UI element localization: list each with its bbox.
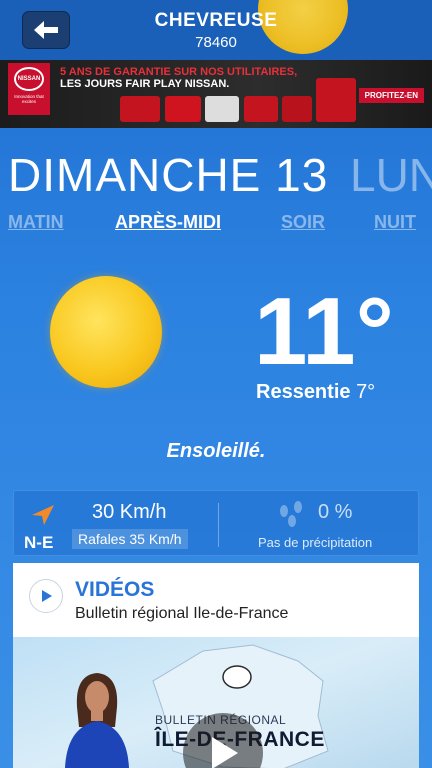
tab-soir[interactable]: SOIR — [281, 212, 325, 233]
wind-speed: 30 Km/h — [92, 501, 167, 523]
wind-direction: N-E — [24, 533, 54, 552]
postcode: 78460 — [195, 34, 237, 51]
sun-icon — [50, 276, 162, 388]
ad-van-image — [205, 96, 239, 122]
presenter-image — [65, 673, 129, 768]
tab-nuit[interactable]: NUIT — [374, 212, 416, 233]
video-thumbnail[interactable]: BULLETIN RÉGIONAL ÎLE-DE-FRANCE — [13, 637, 419, 768]
play-circle-icon[interactable] — [29, 579, 63, 613]
precipitation-value: 0 % — [318, 501, 353, 523]
tab-apres-midi[interactable]: APRÈS-MIDI — [115, 212, 221, 233]
weather-condition: Ensoleillé. — [166, 440, 266, 462]
ad-banner[interactable]: NISSAN Innovation that excites 5 ANS DE … — [0, 60, 432, 128]
feels-like-value: 7° — [356, 381, 376, 403]
videos-card[interactable]: VIDÉOS Bulletin régional Ile-de-France B… — [13, 563, 419, 768]
wind-precip-panel: N-E 30 Km/h Rafales 35 Km/h 0 % Pas de p… — [13, 490, 419, 556]
videos-title: VIDÉOS — [75, 578, 155, 601]
ad-cta-button[interactable]: PROFITEZ-EN — [358, 88, 424, 103]
wind-gusts: Rafales 35 Km/h — [72, 529, 188, 549]
app-header: CHEVREUSE 78460 — [0, 0, 432, 60]
period-tabs: MATIN APRÈS-MIDI SOIR NUIT — [0, 212, 432, 238]
raindrops-icon — [280, 501, 302, 527]
nissan-logo: NISSAN Innovation that excites — [8, 63, 50, 115]
ad-truck-image — [316, 78, 356, 122]
feels-like: Ressentie 7° — [256, 381, 375, 404]
city-name: CHEVREUSE — [154, 10, 278, 31]
temperature: 11° — [254, 278, 394, 385]
feels-like-label: Ressentie — [256, 381, 351, 403]
precipitation-label: Pas de précipitation — [258, 535, 373, 550]
ad-van-image — [120, 96, 160, 122]
ad-headline: 5 ANS DE GARANTIE SUR NOS UTILITAIRES, — [60, 66, 298, 78]
tab-matin[interactable]: MATIN — [8, 212, 64, 233]
ad-van-image — [282, 96, 312, 122]
wind-arrow-icon — [32, 505, 54, 525]
ad-subheadline: LES JOURS FAIR PLAY NISSAN. — [60, 78, 230, 90]
videos-subtitle[interactable]: Bulletin régional Ile-de-France — [75, 605, 288, 623]
ad-van-image — [244, 96, 278, 122]
ad-van-image — [165, 96, 201, 122]
divider — [218, 503, 219, 547]
next-day-title[interactable]: LUN — [350, 148, 432, 202]
day-title: DIMANCHE 13 — [8, 149, 329, 201]
